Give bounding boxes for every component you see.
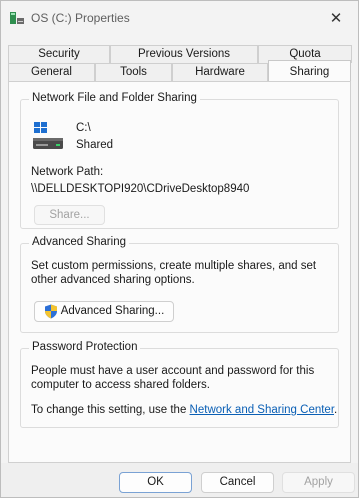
tab-tools[interactable]: Tools [95, 63, 172, 81]
network-sharing-title: Network File and Folder Sharing [29, 92, 200, 104]
change-setting-prefix: To change this setting, use the [31, 404, 190, 416]
advanced-sharing-button-label: Advanced Sharing... [60, 305, 165, 317]
apply-button[interactable]: Apply [282, 472, 355, 493]
password-protection-description: People must have a user account and pass… [31, 365, 315, 391]
network-sharing-center-link[interactable]: Network and Sharing Center [190, 404, 334, 416]
drive-properties-icon [10, 12, 24, 24]
dialog-footer: OK Cancel Apply [1, 463, 358, 497]
advanced-sharing-title: Advanced Sharing [29, 236, 129, 248]
advanced-sharing-group: Advanced Sharing Set custom permissions,… [20, 236, 339, 333]
sharing-tab-panel: Network File and Folder Sharing C:\ Shar… [8, 81, 351, 463]
change-setting-text: To change this setting, use the Network … [31, 404, 337, 418]
password-protection-title: Password Protection [29, 341, 141, 353]
drive-icon [33, 122, 63, 149]
tab-row-bottom: General Tools Hardware Sharing [8, 60, 351, 81]
change-setting-suffix: . [334, 404, 338, 416]
drive-name: C:\ [76, 122, 91, 134]
ok-button[interactable]: OK [119, 472, 192, 493]
advanced-sharing-button[interactable]: Advanced Sharing... [34, 301, 174, 322]
cancel-button[interactable]: Cancel [201, 472, 274, 493]
advanced-sharing-description: Set custom permissions, create multiple … [31, 260, 317, 286]
window-title: OS (C:) Properties [31, 11, 130, 25]
properties-window: OS (C:) Properties ✕ Security Previous V… [0, 0, 359, 498]
tab-general[interactable]: General [8, 63, 95, 81]
tab-hardware[interactable]: Hardware [172, 63, 268, 81]
password-protection-group: Password Protection People must have a u… [20, 341, 339, 428]
network-path-label: Network Path: [31, 166, 104, 178]
tab-sharing[interactable]: Sharing [268, 60, 351, 81]
close-button[interactable]: ✕ [314, 1, 358, 35]
tab-previous-versions[interactable]: Previous Versions [110, 45, 258, 63]
network-sharing-group: Network File and Folder Sharing C:\ Shar… [20, 92, 339, 229]
close-icon: ✕ [329, 10, 343, 27]
share-status: Shared [76, 139, 114, 151]
network-path-value: \\DELLDESKTOPI920\CDriveDesktop8940 [31, 183, 250, 195]
uac-shield-icon [44, 304, 57, 319]
tab-security[interactable]: Security [8, 45, 110, 63]
title-bar: OS (C:) Properties ✕ [1, 1, 358, 35]
share-button[interactable]: Share... [34, 205, 105, 225]
